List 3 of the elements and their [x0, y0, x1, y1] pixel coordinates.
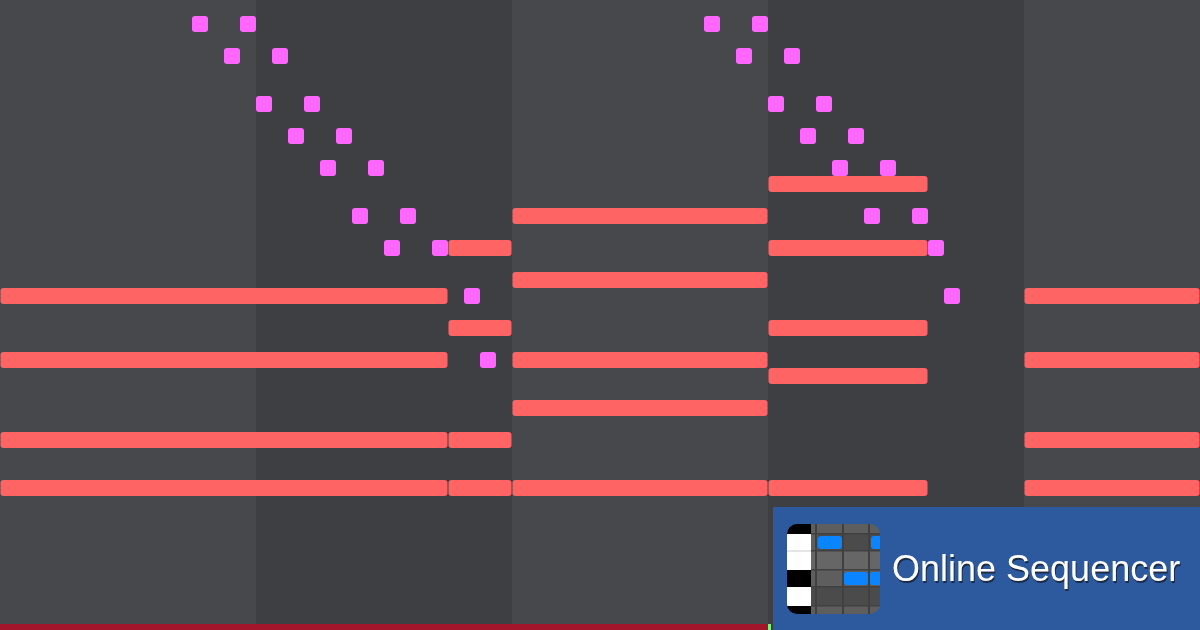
position-marker-icon	[768, 624, 771, 630]
logo-text: Online Sequencer	[892, 550, 1181, 587]
piano-roll-logo-icon	[787, 523, 880, 614]
